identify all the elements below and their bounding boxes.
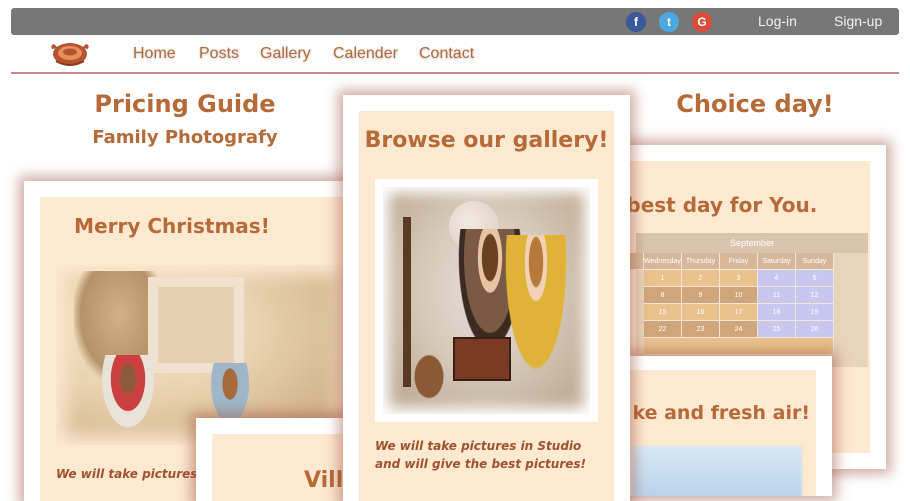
calendar-day[interactable]: 5: [796, 270, 834, 287]
calendar-day-header: Wednesday: [644, 253, 682, 270]
calendar-day[interactable]: 22: [644, 321, 682, 338]
calendar-day[interactable]: 3: [720, 270, 758, 287]
child-figure: [501, 235, 571, 385]
choice-title: Choice day!: [676, 90, 834, 118]
nav-contact[interactable]: Contact: [419, 45, 474, 63]
calendar-day[interactable]: 15: [644, 304, 682, 321]
calendar-day-header: Saturday: [758, 253, 796, 270]
google-icon[interactable]: G: [692, 12, 712, 32]
calendar-month: September: [636, 233, 868, 253]
gallery-title: Browse our gallery!: [364, 128, 609, 153]
calendar-day[interactable]: 4: [758, 270, 796, 287]
nav-posts[interactable]: Posts: [199, 45, 239, 63]
calendar-day-header: Thursday: [682, 253, 720, 270]
christmas-title: Merry Christmas!: [74, 214, 270, 238]
calendar-day[interactable]: 24: [720, 321, 758, 338]
calendar-day[interactable]: 26: [796, 321, 834, 338]
nav-calender[interactable]: Calender: [333, 45, 398, 63]
calendar-day[interactable]: 12: [796, 287, 834, 304]
pricing-subtitle: Family Photografy: [92, 127, 278, 148]
calendar-day[interactable]: 18: [758, 304, 796, 321]
calendar-day[interactable]: 17: [720, 304, 758, 321]
calendar-day[interactable]: 19: [796, 304, 834, 321]
main-nav: Home Posts Gallery Calender Contact: [0, 35, 910, 73]
facebook-icon[interactable]: f: [626, 12, 646, 32]
twitter-icon[interactable]: t: [659, 12, 679, 32]
nav-divider: [11, 72, 899, 74]
calendar-day[interactable]: 10: [720, 287, 758, 304]
studio-photo: [383, 187, 590, 414]
gallery-photo[interactable]: [375, 179, 598, 422]
fresh-air-text: ke and fresh air!: [632, 402, 810, 424]
calendar: September Wednesday Thursday Friday Satu…: [612, 233, 868, 367]
calendar-day[interactable]: 16: [682, 304, 720, 321]
camera-logo-icon[interactable]: [48, 39, 92, 67]
nav-gallery[interactable]: Gallery: [260, 45, 311, 63]
teddy-bear-prop: [407, 355, 451, 409]
choice-card-title: ce best day for You.: [612, 193, 818, 217]
calendar-day[interactable]: 1: [644, 270, 682, 287]
pricing-title: Pricing Guide: [94, 90, 276, 118]
fresh-air-card-inner: ke and fresh air!: [616, 370, 816, 496]
gallery-text: We will take pictures in Studio and will…: [375, 439, 587, 471]
villa-card[interactable]: Villa: [196, 418, 356, 501]
login-link[interactable]: Log-in: [758, 13, 797, 29]
fireplace: [148, 277, 244, 373]
gallery-card[interactable]: Browse our gallery! We will take picture…: [343, 95, 630, 501]
treasure-chest-prop: [453, 337, 511, 381]
calendar-day[interactable]: 23: [682, 321, 720, 338]
signup-link[interactable]: Sign-up: [834, 13, 882, 29]
top-bar: f t G Log-in Sign-up: [11, 8, 899, 35]
nav-home[interactable]: Home: [133, 45, 176, 63]
calendar-grid: Wednesday Thursday Friday Saturday Sunda…: [612, 253, 868, 367]
calendar-day[interactable]: 11: [758, 287, 796, 304]
calendar-day-header: Sunday: [796, 253, 834, 270]
calendar-day: [644, 338, 834, 355]
calendar-day-header: Friday: [720, 253, 758, 270]
gallery-card-inner: Browse our gallery! We will take picture…: [359, 111, 614, 501]
calendar-day[interactable]: 8: [644, 287, 682, 304]
calendar-day[interactable]: 9: [682, 287, 720, 304]
fresh-air-card[interactable]: ke and fresh air!: [600, 356, 832, 496]
child-figure: [98, 355, 158, 435]
villa-card-inner: Villa: [212, 434, 356, 501]
calendar-day[interactable]: 2: [682, 270, 720, 287]
calendar-day[interactable]: 25: [758, 321, 796, 338]
sky-photo: [632, 446, 802, 496]
